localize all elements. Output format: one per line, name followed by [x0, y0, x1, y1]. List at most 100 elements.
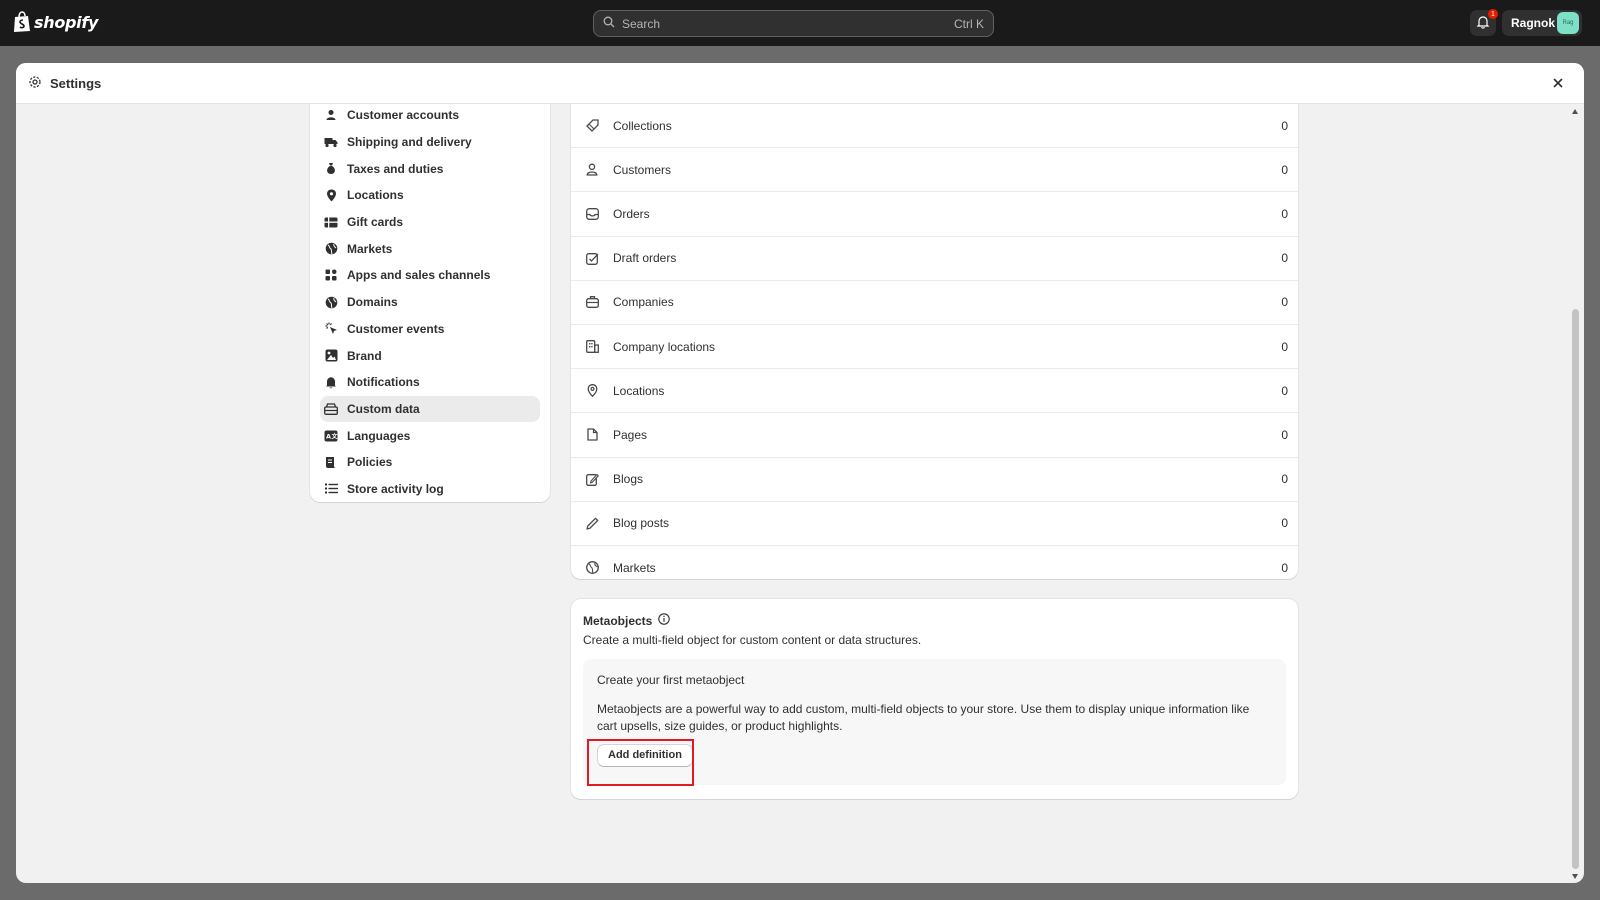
- brand-name: shopify: [34, 12, 99, 32]
- pencil-icon: [585, 516, 599, 530]
- avatar: Rag: [1557, 12, 1579, 34]
- money-bag-icon: [324, 162, 338, 176]
- list-item[interactable]: Customers 0: [571, 148, 1298, 193]
- modal-scrollbar[interactable]: [1571, 109, 1580, 879]
- sidebar-item-languages[interactable]: A文 Languages: [320, 422, 540, 449]
- custom-data-icon: [324, 402, 338, 416]
- company-icon: [585, 295, 599, 309]
- list-item[interactable]: Draft orders 0: [571, 237, 1298, 281]
- sidebar-item-label: Customer accounts: [347, 108, 460, 123]
- scroll-down-arrow-icon[interactable]: [1572, 874, 1578, 879]
- sidebar-item-label: Custom data: [347, 401, 420, 416]
- inbox-icon: [585, 207, 599, 221]
- sidebar-item-label: Taxes and duties: [347, 161, 444, 176]
- list-item-label: Orders: [613, 206, 650, 221]
- list-item[interactable]: Companies 0: [571, 281, 1298, 325]
- top-bar: shopify Search Ctrl K 1 Ragnok Rag: [0, 0, 1600, 46]
- language-icon: A文: [324, 429, 338, 443]
- sidebar-item-label: Policies: [347, 455, 393, 470]
- sidebar-item-label: Languages: [347, 428, 411, 443]
- empty-state-title: Create your first metaobject: [597, 673, 745, 687]
- user-menu-button[interactable]: Ragnok Rag: [1502, 10, 1582, 36]
- list-item-count: 0: [1281, 295, 1288, 310]
- sidebar-item-taxes-and-duties[interactable]: Taxes and duties: [320, 155, 540, 182]
- list-item[interactable]: Pages 0: [571, 413, 1298, 458]
- sidebar-item-label: Markets: [347, 241, 393, 256]
- search-placeholder: Search: [622, 16, 661, 31]
- list-item-label: Collections: [613, 118, 672, 133]
- sidebar-item-domains[interactable]: Domains: [320, 289, 540, 316]
- company-location-icon: [585, 340, 599, 354]
- sidebar-item-gift-cards[interactable]: Gift cards: [320, 209, 540, 236]
- policy-icon: [324, 455, 338, 469]
- location-pin-icon: [324, 188, 338, 202]
- metaobjects-heading: Metaobjects: [583, 613, 1286, 628]
- metaobjects-title: Metaobjects: [583, 613, 653, 628]
- list-item-label: Markets: [613, 560, 656, 575]
- highlight-box: [587, 739, 694, 786]
- truck-icon: [324, 135, 338, 149]
- list-item[interactable]: Blogs 0: [571, 458, 1298, 502]
- sidebar-item-brand[interactable]: Brand: [320, 342, 540, 369]
- list-item-count: 0: [1281, 118, 1288, 133]
- list-item-count: 0: [1281, 516, 1288, 531]
- sidebar-item-label: Shipping and delivery: [347, 135, 472, 150]
- bell-icon: [324, 375, 338, 389]
- sidebar-item-customer-accounts[interactable]: Customer accounts: [320, 102, 540, 129]
- sidebar-item-locations[interactable]: Locations: [320, 182, 540, 209]
- list-item[interactable]: Blog posts 0: [571, 502, 1298, 546]
- sidebar-item-label: Customer events: [347, 321, 445, 336]
- settings-sidebar: Customer accounts Shipping and delivery …: [310, 104, 550, 502]
- scroll-up-arrow-icon[interactable]: [1572, 109, 1578, 114]
- list-item-count: 0: [1281, 251, 1288, 266]
- list-item-count: 0: [1281, 560, 1288, 575]
- search-input[interactable]: Search Ctrl K: [593, 10, 994, 37]
- list-icon: [324, 482, 338, 496]
- list-item[interactable]: Locations 0: [571, 369, 1298, 414]
- sidebar-item-policies[interactable]: Policies: [320, 449, 540, 476]
- draft-order-icon: [585, 251, 599, 265]
- sidebar-item-notifications[interactable]: Notifications: [320, 369, 540, 396]
- list-item-label: Companies: [613, 295, 674, 310]
- cursor-click-icon: [324, 322, 338, 336]
- list-item[interactable]: Collections 0: [571, 104, 1298, 149]
- sidebar-item-markets[interactable]: Markets: [320, 235, 540, 262]
- person-icon: [585, 163, 599, 177]
- info-icon[interactable]: [658, 613, 671, 628]
- globe-icon: [585, 561, 599, 575]
- sidebar-item-shipping-and-delivery[interactable]: Shipping and delivery: [320, 129, 540, 156]
- scrollbar-thumb[interactable]: [1572, 309, 1579, 869]
- list-item-count: 0: [1281, 162, 1288, 177]
- location-pin-icon: [585, 384, 599, 398]
- list-item[interactable]: Company locations 0: [571, 325, 1298, 370]
- gift-card-icon: [324, 215, 338, 229]
- modal-header: Settings: [16, 63, 1584, 104]
- sidebar-item-store-activity-log[interactable]: Store activity log: [320, 476, 540, 503]
- page-icon: [585, 428, 599, 442]
- list-item-label: Company locations: [613, 339, 716, 354]
- list-item-count: 0: [1281, 472, 1288, 487]
- sidebar-item-label: Store activity log: [347, 481, 444, 496]
- list-item[interactable]: Markets 0: [571, 546, 1298, 590]
- list-item-count: 0: [1281, 427, 1288, 442]
- sidebar-item-label: Apps and sales channels: [347, 268, 491, 283]
- notification-count-badge: 1: [1488, 9, 1498, 19]
- sidebar-item-custom-data[interactable]: Custom data: [320, 395, 540, 423]
- modal-title: Settings: [50, 75, 102, 91]
- settings-modal: Settings Customer accounts Shipping and …: [16, 63, 1584, 883]
- collection-icon: [585, 119, 599, 133]
- sidebar-item-apps-and-sales-channels[interactable]: Apps and sales channels: [320, 262, 540, 289]
- search-shortcut: Ctrl K: [954, 16, 984, 31]
- notifications-button[interactable]: 1: [1470, 9, 1498, 36]
- person-icon: [324, 108, 338, 122]
- empty-state-text: Metaobjects are a powerful way to add cu…: [597, 702, 1250, 733]
- list-item-label: Customers: [613, 162, 672, 177]
- sidebar-item-customer-events[interactable]: Customer events: [320, 316, 540, 343]
- shopify-logo[interactable]: shopify: [13, 11, 98, 33]
- sidebar-item-label: Brand: [347, 348, 382, 363]
- sidebar-item-label: Notifications: [347, 375, 420, 390]
- sidebar-item-label: Domains: [347, 295, 398, 310]
- list-item[interactable]: Orders 0: [571, 192, 1298, 237]
- svg-text:文: 文: [331, 432, 339, 440]
- close-icon[interactable]: [1550, 75, 1566, 91]
